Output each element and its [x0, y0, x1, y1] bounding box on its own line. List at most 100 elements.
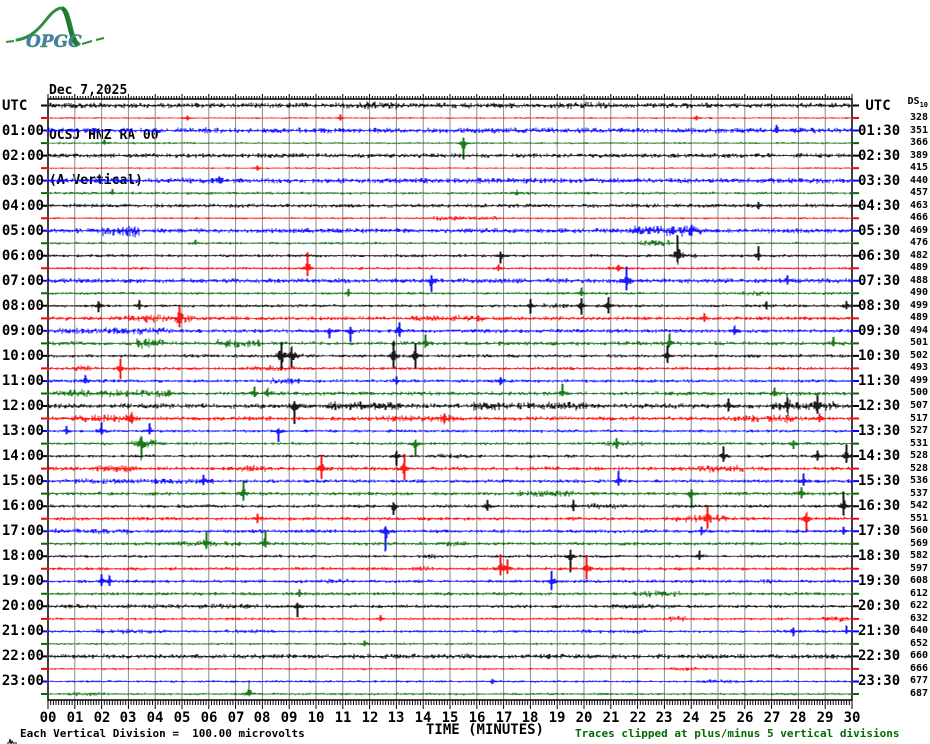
- row-value: 528: [909, 450, 928, 461]
- row-value: 660: [909, 650, 928, 661]
- hour-label-left-19:00: 19:00: [1, 573, 44, 589]
- row-value: 537: [909, 488, 928, 499]
- hour-label-left-22:00: 22:00: [1, 648, 44, 664]
- row-value: 389: [909, 150, 928, 161]
- hour-label-right-07:30: 07:30: [858, 273, 901, 289]
- vertical-division-note: Each Vertical Division = 100.00 microvol…: [20, 727, 305, 740]
- row-value: 500: [909, 387, 928, 398]
- x-tick-label-10: 10: [307, 710, 325, 726]
- x-tick-label-03: 03: [119, 710, 137, 726]
- x-tick-label-20: 20: [575, 710, 593, 726]
- row-value: 528: [909, 463, 928, 474]
- mini-waveform-icon: [6, 730, 18, 744]
- row-value: 499: [909, 375, 928, 386]
- row-value: 632: [909, 613, 928, 624]
- row-value: 531: [909, 438, 928, 449]
- hour-label-left-17:00: 17:00: [1, 523, 44, 539]
- row-value: 608: [909, 575, 928, 586]
- hour-label-left-06:00: 06:00: [1, 248, 44, 264]
- row-value: 493: [909, 362, 928, 373]
- row-value: 536: [909, 475, 928, 486]
- row-value: 640: [909, 625, 928, 636]
- row-value: 366: [909, 137, 928, 148]
- row-value: 440: [909, 175, 928, 186]
- x-tick-label-13: 13: [387, 710, 405, 726]
- hour-label-left-09:00: 09:00: [1, 323, 44, 339]
- row-value: 494: [909, 325, 928, 336]
- x-tick-label-05: 05: [173, 710, 191, 726]
- hour-label-left-15:00: 15:00: [1, 473, 44, 489]
- row-value: 622: [909, 600, 928, 611]
- hour-label-right-16:30: 16:30: [858, 498, 901, 514]
- row-value: 560: [909, 525, 928, 536]
- hour-label-right-09:30: 09:30: [858, 323, 901, 339]
- hour-label-right-23:30: 23:30: [858, 673, 901, 689]
- row-value: 612: [909, 588, 928, 599]
- helicorder-page: OPGC Dec 7,2025 OCSJ HNZ RA 00 (A Vertic…: [0, 0, 930, 744]
- row-value: 502: [909, 350, 928, 361]
- row-value: 463: [909, 200, 928, 211]
- hour-label-left-23:00: 23:00: [1, 673, 44, 689]
- row-value: 569: [909, 538, 928, 549]
- x-tick-label-23: 23: [655, 710, 673, 726]
- row-value: 351: [909, 125, 928, 136]
- row-value: 499: [909, 300, 928, 311]
- hour-label-left-01:00: 01:00: [1, 123, 44, 139]
- row-value: 551: [909, 513, 928, 524]
- row-value: 666: [909, 663, 928, 674]
- hour-label-right-08:30: 08:30: [858, 298, 901, 314]
- hour-label-left-11:00: 11:00: [1, 373, 44, 389]
- hour-label-left-05:00: 05:00: [1, 223, 44, 239]
- row-value: 527: [909, 425, 928, 436]
- hour-label-right-13:30: 13:30: [858, 423, 901, 439]
- hour-label-right-10:30: 10:30: [858, 348, 901, 364]
- row-value: 677: [909, 675, 928, 686]
- hour-label-left-03:00: 03:00: [1, 173, 44, 189]
- row-value: 542: [909, 500, 928, 511]
- hour-label-right-06:30: 06:30: [858, 248, 901, 264]
- x-tick-label-28: 28: [789, 710, 807, 726]
- hour-label-left-04:00: 04:00: [1, 198, 44, 214]
- x-axis-title: TIME (MINUTES): [425, 722, 544, 738]
- x-tick-label-01: 01: [66, 710, 84, 726]
- row-value: 517: [909, 413, 928, 424]
- hour-label-right-19:30: 19:30: [858, 573, 901, 589]
- hour-label-left-02:00: 02:00: [1, 148, 44, 164]
- hour-label-right-15:30: 15:30: [858, 473, 901, 489]
- row-value: 501: [909, 337, 928, 348]
- hour-label-right-12:30: 12:30: [858, 398, 901, 414]
- row-value: 597: [909, 563, 928, 574]
- row-value: 507: [909, 400, 928, 411]
- x-tick-label-21: 21: [602, 710, 620, 726]
- row-value: 652: [909, 638, 928, 649]
- x-tick-label-04: 04: [146, 710, 164, 726]
- row-value: 457: [909, 187, 928, 198]
- clipping-note: Traces clipped at plus/minus 5 vertical …: [575, 727, 900, 740]
- hour-label-right-22:30: 22:30: [858, 648, 901, 664]
- x-tick-label-26: 26: [736, 710, 754, 726]
- hour-label-right-03:30: 03:30: [858, 173, 901, 189]
- hour-label-left-16:00: 16:00: [1, 498, 44, 514]
- hour-label-left-10:00: 10:00: [1, 348, 44, 364]
- hour-label-right-17:30: 17:30: [858, 523, 901, 539]
- minute-gridlines: [74, 99, 826, 700]
- row-value: 328: [909, 112, 928, 123]
- hour-label-left-12:00: 12:00: [1, 398, 44, 414]
- row-value: 482: [909, 250, 928, 261]
- hour-label-right-01:30: 01:30: [858, 123, 901, 139]
- x-tick-label-08: 08: [253, 710, 271, 726]
- x-tick-label-09: 09: [280, 710, 298, 726]
- hour-label-left-18:00: 18:00: [1, 548, 44, 564]
- hour-label-left-21:00: 21:00: [1, 623, 44, 639]
- hour-label-right-04:30: 04:30: [858, 198, 901, 214]
- helicorder-plot: [41, 94, 859, 709]
- row-value: 466: [909, 212, 928, 223]
- row-value: 582: [909, 550, 928, 561]
- row-value: 489: [909, 262, 928, 273]
- x-tick-label-24: 24: [682, 710, 700, 726]
- hour-label-right-20:30: 20:30: [858, 598, 901, 614]
- hour-label-right-14:30: 14:30: [858, 448, 901, 464]
- hour-label-left-14:00: 14:00: [1, 448, 44, 464]
- row-value: 687: [909, 688, 928, 699]
- x-tick-label-29: 29: [816, 710, 834, 726]
